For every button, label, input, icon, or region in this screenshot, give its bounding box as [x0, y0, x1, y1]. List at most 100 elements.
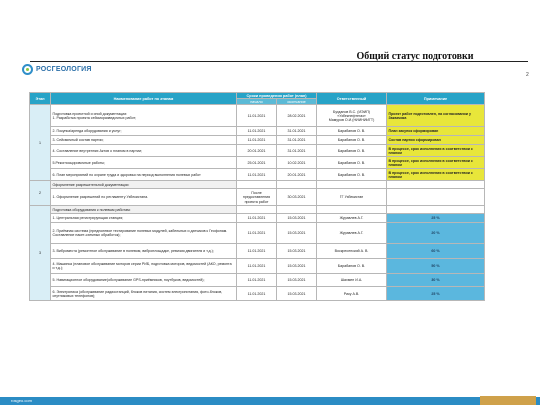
end-date-cell: 15.03.2021	[275, 213, 318, 224]
start-date-cell: 11.01.2021	[236, 126, 277, 137]
stage-cell: 1	[29, 104, 51, 182]
responsible-cell: Журавлев А.Г.	[316, 222, 388, 245]
work-cell: 1. Оформление разрешений по регламенту У…	[50, 188, 237, 207]
responsible-cell: ГГ Узбекистан	[316, 188, 388, 207]
note-cell	[386, 188, 486, 207]
header-stage: Этап	[29, 91, 51, 106]
end-date-cell	[275, 205, 318, 215]
work-cell: 6. План мероприятий по охране труда и зд…	[50, 168, 237, 182]
work-cell: 1. Центральная регистрирующая станция;	[50, 213, 237, 224]
note-cell: 30 %	[386, 273, 486, 288]
table-row: 6. План мероприятий по охране труда и зд…	[30, 168, 486, 182]
end-date-cell: 28.02.2021	[275, 104, 318, 128]
end-date-cell: 30.03.2021	[275, 188, 318, 207]
stage-cell: 3	[29, 205, 51, 302]
note-cell: 60 %	[386, 243, 486, 260]
work-cell: 2. Приёмная система (предполевое тестиро…	[50, 222, 237, 245]
note-cell: 50 %	[386, 258, 486, 275]
responsible-cell: Бугданов В.С. (ИЭИП) «Узбекнефтегаз» Мам…	[316, 104, 388, 128]
responsible-cell: Барабанов О. В.	[316, 144, 388, 158]
status-table: Этап Наименование работ по этапам Сроки …	[29, 91, 486, 302]
start-date-cell	[236, 180, 277, 190]
end-date-cell: 15.03.2021	[275, 273, 318, 288]
table-row: 5.Рекогносцировочные работы; 25.01.2021 10…	[30, 156, 486, 170]
end-date-cell: 20.01.2021	[275, 168, 318, 182]
note-cell: План закупок сформирован	[386, 126, 486, 137]
table-row: 5. Навигационное оборудование(обслуживан…	[30, 273, 486, 288]
end-date-cell: 15.03.2021	[275, 258, 318, 275]
note-cell	[386, 205, 486, 215]
end-date-cell	[275, 180, 318, 190]
start-date-cell: 11.01.2021	[236, 286, 277, 302]
table-row: 2. Покупка/аренда оборудования и услуг; 1…	[30, 126, 486, 137]
end-date-cell: 15.03.2021	[275, 286, 318, 302]
page-number: 2	[526, 72, 529, 78]
responsible-cell: Рику А.В.	[316, 286, 388, 302]
work-cell: 3. Виброместа (ремонтное обслуживание в …	[50, 243, 237, 260]
logo-globe-icon	[22, 64, 33, 75]
table-row: 2. Приёмная система (предполевое тестиро…	[30, 222, 486, 245]
table-body: 1 Подготовка проектной и иной документаци…	[29, 104, 486, 302]
header-responsible: Ответственный	[316, 91, 388, 106]
note-cell: 20 %	[386, 222, 486, 245]
start-date-cell: 11.01.2021	[236, 273, 277, 288]
start-date-cell	[236, 205, 277, 215]
end-date-cell: 31.01.2021	[275, 126, 318, 137]
table-row: 3 Подготовка оборудования к полевым работ…	[29, 205, 486, 302]
responsible-cell	[316, 180, 388, 190]
note-cell	[386, 180, 486, 190]
responsible-cell: Воскресенский А. В.	[316, 243, 388, 260]
table-row: 4. Машинка (плановое обслуживание моторо…	[30, 258, 486, 275]
table-row: 4. Составление внутренних Актов о планом…	[30, 144, 486, 158]
responsible-cell: Журавлев А.Г.	[316, 213, 388, 224]
header-work: Наименование работ по этапам	[50, 91, 237, 106]
note-cell: 25 %	[386, 286, 486, 302]
note-cell: В процессе, срок исполнения в соответств…	[386, 144, 486, 158]
start-date-cell: 11.01.2021	[236, 222, 277, 245]
title-divider	[30, 61, 528, 62]
work-cell: 4. Составление внутренних Актов о планом…	[50, 144, 237, 158]
start-date-cell: 20.01.2021	[236, 144, 277, 158]
responsible-cell: Барабанов О. В.	[316, 156, 388, 170]
end-date-cell: 31.01.2021	[275, 144, 318, 158]
note-cell: В процессе, срок исполнения в соответств…	[386, 168, 486, 182]
responsible-cell: Барабанов О. В.	[316, 126, 388, 137]
work-cell: 5. Навигационное оборудование(обслуживан…	[50, 273, 237, 288]
work-cell: 5.Рекогносцировочные работы;	[50, 156, 237, 170]
start-date-cell: 11.01.2021	[236, 168, 277, 182]
table-row: 1. Центральная регистрирующая станция; 11…	[30, 213, 486, 224]
work-cell: Подготовка проектной и иной документации…	[50, 104, 237, 128]
start-date-cell: 11.01.2021	[236, 135, 277, 146]
table-row: 2 Оформление разрешительной документации:	[29, 180, 486, 207]
note-cell: Проект работ подготовлен, на согласовани…	[386, 104, 486, 128]
company-logo: РОСГЕОЛОГИЯ	[22, 64, 92, 75]
start-date-cell: 25.01.2021	[236, 156, 277, 170]
footer-bar	[0, 397, 540, 405]
responsible-cell	[316, 205, 388, 215]
table-row: 1 Подготовка проектной и иной документаци…	[29, 104, 486, 182]
work-cell: 2. Покупка/аренда оборудования и услуг;	[50, 126, 237, 137]
end-date-cell: 31.01.2021	[275, 135, 318, 146]
end-date-cell: 15.03.2021	[275, 222, 318, 245]
start-date-cell: 11.01.2021	[236, 104, 277, 128]
stage-cell: 2	[29, 180, 51, 207]
end-date-cell: 15.03.2021	[275, 243, 318, 260]
table-row: 1. Оформление разрешений по регламенту У…	[30, 188, 486, 207]
footer-text: rosgeo.com	[11, 398, 32, 403]
start-date-cell: 11.01.2021	[236, 243, 277, 260]
note-cell: В процессе, срок исполнения в соответств…	[386, 156, 486, 170]
header-note: Примечание	[386, 91, 486, 106]
work-cell: 4. Машинка (плановое обслуживание моторо…	[50, 258, 237, 275]
work-cell: Оформление разрешительной документации:	[50, 180, 237, 190]
work-cell: 3. Сейсмичный состав партии;	[50, 135, 237, 146]
end-date-cell: 10.02.2021	[275, 156, 318, 170]
note-cell: 25 %	[386, 213, 486, 224]
table-row: 3. Виброместа (ремонтное обслуживание в …	[30, 243, 486, 260]
logo-text: РОСГЕОЛОГИЯ	[36, 66, 92, 73]
footer-accent	[480, 396, 536, 405]
responsible-cell: Барабанов О. В.	[316, 135, 388, 146]
responsible-cell: Барабанов О. В.	[316, 168, 388, 182]
table-row: 6. Электроника (обслуживание радиостанци…	[30, 286, 486, 302]
responsible-cell: Барабанов О. В.	[316, 258, 388, 275]
start-date-cell: 11.01.2021	[236, 213, 277, 224]
